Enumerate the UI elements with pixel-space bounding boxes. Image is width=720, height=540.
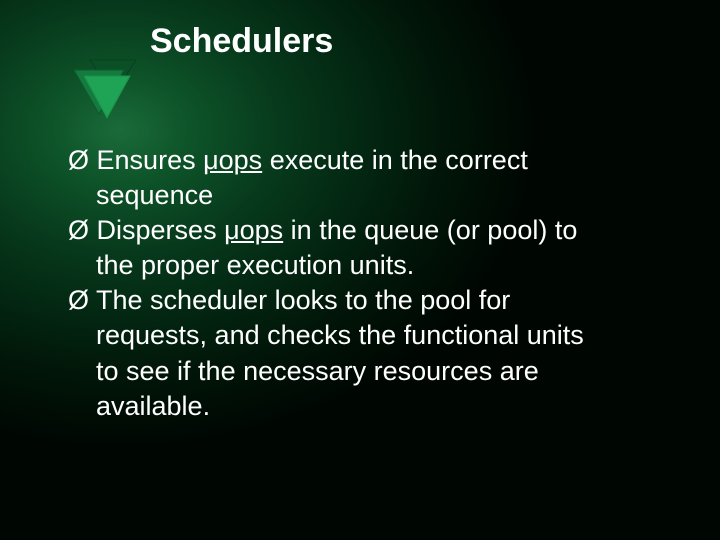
bullet-marker-icon: Ø [68,145,89,175]
triangle-decoration-icon [70,56,150,130]
slide-title: Schedulers [150,22,333,61]
bullet-text: in the queue (or pool) to [283,215,577,245]
content-area: Ø Ensures μops execute in the correct se… [68,143,668,424]
bullet-continuation: available. [68,389,668,424]
bullet-text: The scheduler looks to the pool for [96,285,510,315]
bullet-continuation: the proper execution units. [68,248,668,283]
bullet-item: Ø Ensures μops execute in the correct [68,143,668,178]
bullet-text: execute in the correct [262,145,528,175]
bullet-continuation: sequence [68,178,668,213]
slide: Schedulers Ø Ensures μops execute in the… [0,0,720,540]
bullet-text: Ensures [97,145,204,175]
underlined-term: μops [203,145,262,175]
bullet-marker-icon: Ø [68,215,89,245]
bullet-marker-icon: Ø [68,285,89,315]
underlined-term: μops [224,215,283,245]
bullet-continuation: to see if the necessary resources are [68,354,668,389]
bullet-text: Disperses [97,215,225,245]
bullet-item: Ø Disperses μops in the queue (or pool) … [68,213,668,248]
bullet-continuation: requests, and checks the functional unit… [68,318,668,353]
bullet-item: Ø The scheduler looks to the pool for [68,283,668,318]
